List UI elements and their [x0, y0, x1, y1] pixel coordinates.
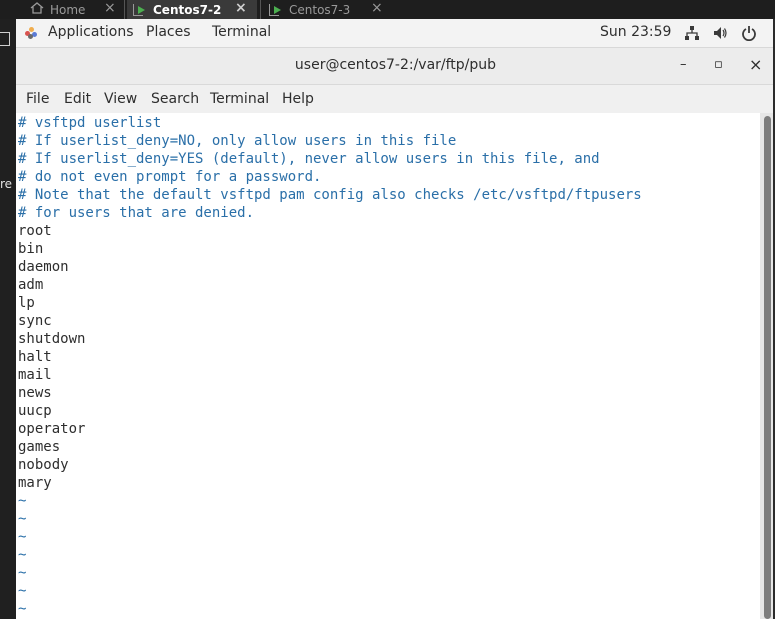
window-titlebar[interactable]: user@centos7-2:/var/ftp/pub – ▫ ×: [16, 48, 775, 85]
maximize-button[interactable]: ▫: [714, 57, 723, 72]
empty-line-tilde: ~: [18, 583, 27, 599]
vm-tab-strip: Home × Centos7-2 × Centos7-3 ×: [0, 0, 775, 19]
network-icon[interactable]: [684, 25, 700, 41]
menu-search[interactable]: Search: [151, 91, 199, 107]
user-line: operator: [18, 421, 86, 437]
applications-menu[interactable]: Applications: [48, 24, 134, 40]
terminal-menubar: File Edit View Search Terminal Help: [16, 85, 775, 113]
user-line: uucp: [18, 403, 52, 419]
user-line: news: [18, 385, 52, 401]
scrollbar-thumb[interactable]: [764, 116, 771, 619]
terminal-content[interactable]: # vsftpd userlist # If userlist_deny=NO,…: [16, 113, 760, 619]
vm-tab-centos7-2[interactable]: Centos7-2 ×: [127, 0, 257, 19]
empty-line-tilde: ~: [18, 547, 27, 563]
user-line: shutdown: [18, 331, 86, 347]
apps-icon: [25, 27, 37, 39]
menu-help[interactable]: Help: [282, 91, 314, 107]
empty-line-tilde: ~: [18, 601, 27, 617]
close-button[interactable]: ×: [749, 55, 762, 74]
menu-terminal[interactable]: Terminal: [210, 91, 269, 107]
window-title: user@centos7-2:/var/ftp/pub: [294, 57, 497, 73]
user-line: mary: [18, 475, 52, 491]
comment-line: # vsftpd userlist: [18, 115, 162, 131]
empty-line-tilde: ~: [18, 511, 27, 527]
user-line: games: [18, 439, 61, 455]
close-icon[interactable]: ×: [104, 0, 116, 16]
comment-line: # If userlist_deny=NO, only allow users …: [18, 133, 457, 149]
power-icon[interactable]: [741, 25, 757, 42]
user-line: lp: [18, 295, 35, 311]
user-line: sync: [18, 313, 52, 329]
minimize-button[interactable]: –: [680, 57, 687, 72]
empty-line-tilde: ~: [18, 565, 27, 581]
volume-icon[interactable]: [712, 25, 728, 41]
menu-edit[interactable]: Edit: [64, 91, 91, 107]
user-line: mail: [18, 367, 52, 383]
user-line: root: [18, 223, 52, 239]
menu-file[interactable]: File: [26, 91, 49, 107]
terminal-app-menu[interactable]: Terminal: [212, 24, 271, 40]
host-window-edge: [0, 32, 10, 46]
close-icon[interactable]: ×: [371, 0, 383, 16]
close-icon[interactable]: ×: [235, 0, 247, 16]
comment-line: # Note that the default vsftpd pam confi…: [18, 187, 642, 203]
vm-tab-label: Centos7-2: [153, 2, 222, 17]
vm-icon: [133, 3, 147, 16]
empty-line-tilde: ~: [18, 493, 27, 509]
user-line: daemon: [18, 259, 69, 275]
user-line: halt: [18, 349, 52, 365]
vm-tab-label: Home: [50, 2, 86, 17]
host-text-fragment: re: [0, 177, 13, 191]
empty-line-tilde: ~: [18, 529, 27, 545]
host-desktop-edge: re: [0, 19, 16, 619]
places-menu[interactable]: Places: [146, 24, 191, 40]
user-line: adm: [18, 277, 44, 293]
vm-icon: [269, 3, 283, 16]
home-icon: [30, 2, 44, 17]
vm-tab-label: Centos7-3: [289, 2, 351, 17]
user-line: bin: [18, 241, 44, 257]
vm-tab-centos7-3[interactable]: Centos7-3 ×: [263, 0, 391, 19]
clock[interactable]: Sun 23:59: [600, 24, 671, 40]
user-line: nobody: [18, 457, 69, 473]
comment-line: # for users that are denied.: [18, 205, 255, 221]
comment-line: # If userlist_deny=YES (default), never …: [18, 151, 600, 167]
comment-line: # do not even prompt for a password.: [18, 169, 322, 185]
gnome-top-bar: Applications Places Terminal Sun 23:59: [16, 19, 775, 48]
menu-view[interactable]: View: [104, 91, 137, 107]
vm-tab-home[interactable]: Home ×: [22, 0, 120, 19]
